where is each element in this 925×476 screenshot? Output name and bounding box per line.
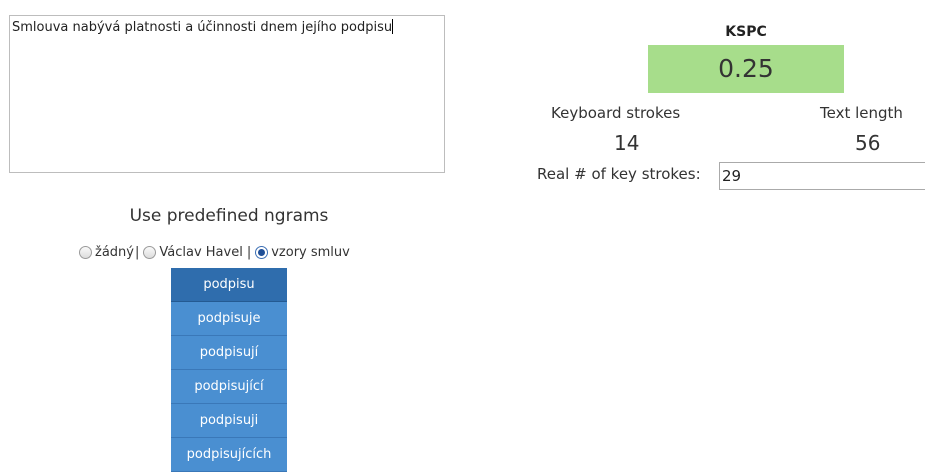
real-key-strokes-input[interactable]: 29 <box>719 162 925 190</box>
keyboard-strokes-label: Keyboard strokes <box>551 104 681 122</box>
radio-vaclav-havel-label[interactable]: Václav Havel <box>159 245 242 260</box>
ngram-radio-group: žádný | Václav Havel | vzory smluv <box>79 245 350 260</box>
keyboard-strokes-value: 14 <box>614 131 640 155</box>
radio-vzory-smluv[interactable] <box>255 246 269 259</box>
text-caret <box>392 19 394 34</box>
radio-vaclav-havel[interactable] <box>143 246 157 259</box>
real-key-strokes-label: Real # of key strokes: <box>537 165 701 183</box>
text-input[interactable]: Smlouva nabývá platnosti a účinnosti dne… <box>9 15 445 173</box>
suggestion-list: podpisu podpisuje podpisují podpisující … <box>171 268 287 472</box>
radio-separator: | <box>246 245 252 260</box>
kspc-label: KSPC <box>725 24 767 40</box>
suggestion-item[interactable]: podpisujících <box>171 438 287 472</box>
text-length-label: Text length <box>820 104 903 122</box>
text-input-value: Smlouva nabývá platnosti a účinnosti dne… <box>12 20 393 35</box>
radio-zadny-label[interactable]: žádný <box>95 245 134 260</box>
suggestion-item[interactable]: podpisují <box>171 336 287 370</box>
suggestion-item[interactable]: podpisuji <box>171 404 287 438</box>
suggestion-item[interactable]: podpisu <box>171 268 287 302</box>
radio-vzory-smluv-label[interactable]: vzory smluv <box>271 245 350 260</box>
suggestion-item[interactable]: podpisující <box>171 370 287 404</box>
kspc-value: 0.25 <box>648 45 844 93</box>
suggestion-item[interactable]: podpisuje <box>171 302 287 336</box>
text-length-value: 56 <box>855 131 881 155</box>
ngrams-title: Use predefined ngrams <box>129 206 329 226</box>
radio-zadny[interactable] <box>79 246 92 259</box>
radio-separator: | <box>134 245 140 260</box>
